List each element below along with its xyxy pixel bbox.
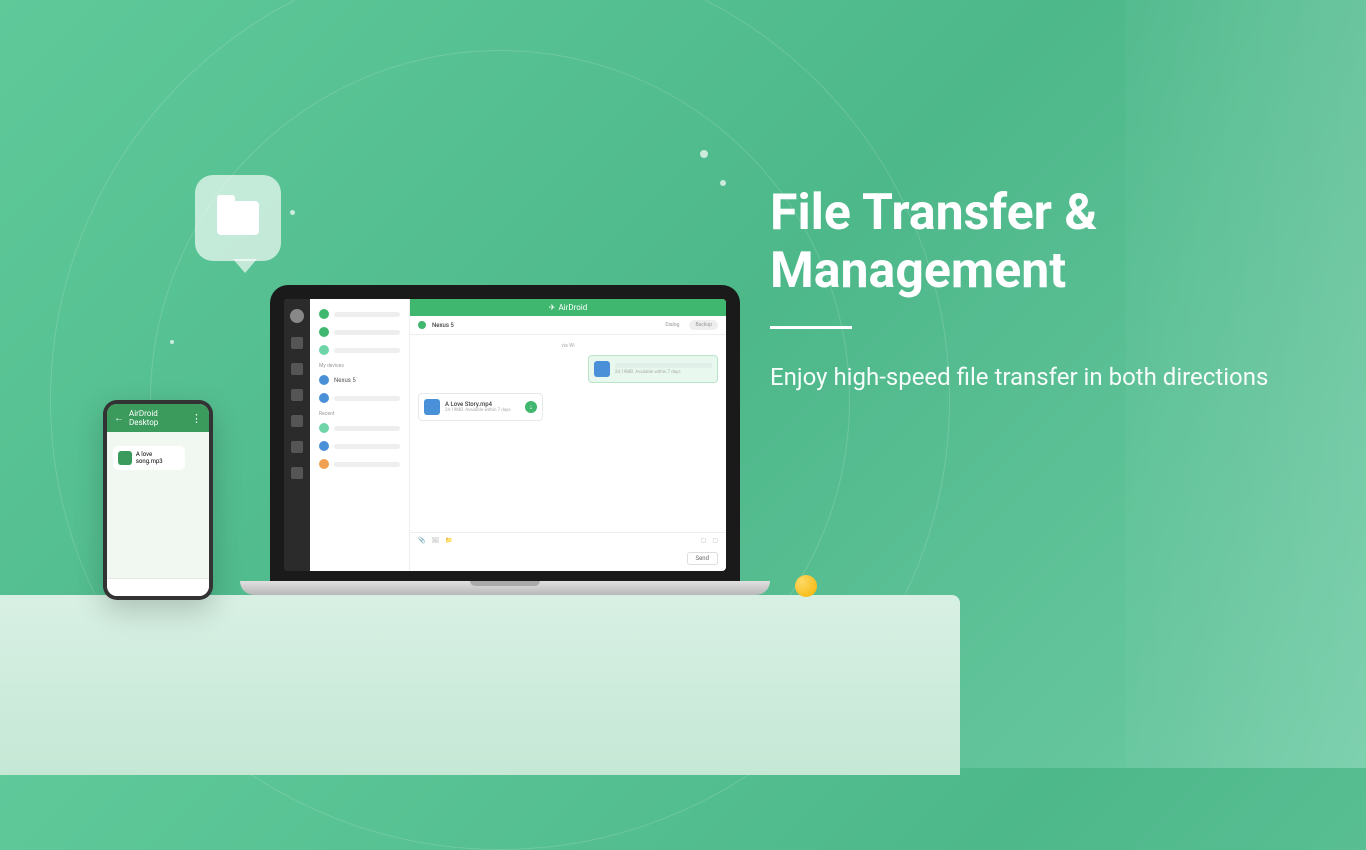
nav-icon[interactable]	[291, 337, 303, 349]
decorative-ball	[795, 575, 817, 597]
app-nav-sidebar	[284, 299, 310, 571]
send-button[interactable]: Send	[687, 552, 718, 565]
nav-icon[interactable]	[291, 467, 303, 479]
phone-mockup: ← AirDroid Desktop ⋮ A love song.mp3	[103, 400, 213, 600]
chat-device-name: Nexus 5	[432, 322, 454, 329]
hero-subtitle: Enjoy high-speed file transfer in both d…	[770, 359, 1310, 395]
laptop-lid: My devices Nexus 5 Recent ✈ AirDroid	[270, 285, 740, 581]
folder-icon[interactable]: 📁	[445, 537, 452, 544]
decorative-dot	[720, 180, 726, 186]
list-item[interactable]	[316, 419, 403, 437]
list-item[interactable]: Nexus 5	[316, 371, 403, 389]
list-item[interactable]	[316, 323, 403, 341]
phone-file-name: A love song.mp3	[136, 451, 180, 465]
laptop-mockup: My devices Nexus 5 Recent ✈ AirDroid	[270, 285, 740, 595]
outgoing-file-message[interactable]: 24.19MB Available within 7 days	[588, 355, 718, 383]
app-titlebar: ✈ AirDroid	[410, 299, 726, 316]
list-item[interactable]	[316, 305, 403, 323]
list-item[interactable]	[316, 455, 403, 473]
nav-icon[interactable]	[291, 441, 303, 453]
paper-plane-icon: ✈	[549, 303, 556, 312]
status-dot	[418, 321, 426, 329]
download-button[interactable]: ↓	[525, 401, 537, 413]
section-label: Recent	[316, 407, 403, 419]
phone-header: ← AirDroid Desktop ⋮	[107, 404, 209, 432]
chat-subheader: Nexus 5 Dialog Backup	[410, 316, 726, 335]
file-icon	[424, 399, 440, 415]
chat-toolbar: 📎 🖼 📁 ▢ ▢	[410, 532, 726, 548]
file-icon	[118, 451, 132, 465]
phone-file-bubble[interactable]: A love song.mp3	[113, 446, 185, 470]
chat-body: via Wi 24.19MB Available within 7 days	[410, 335, 726, 532]
device-list: My devices Nexus 5 Recent	[310, 299, 410, 571]
avatar[interactable]	[290, 309, 304, 323]
chat-input-area[interactable]: Send	[410, 548, 726, 571]
incoming-file-message[interactable]: A Love Story.mp4 24.19MB Available withi…	[418, 393, 543, 421]
tool-icon[interactable]: ▢	[701, 537, 707, 544]
folder-badge	[195, 175, 281, 261]
divider	[770, 326, 852, 329]
decorative-dot	[700, 150, 708, 158]
list-item[interactable]	[316, 389, 403, 407]
phone-screen: ← AirDroid Desktop ⋮ A love song.mp3	[107, 404, 209, 596]
list-item[interactable]	[316, 341, 403, 359]
attach-icon[interactable]: 📎	[418, 537, 425, 544]
file-icon	[594, 361, 610, 377]
phone-input-bar[interactable]	[107, 578, 209, 596]
chat-panel: ✈ AirDroid Nexus 5 Dialog Backup via Wi	[410, 299, 726, 571]
laptop-base	[240, 581, 770, 595]
hero-text: File Transfer & Management Enjoy high-sp…	[770, 185, 1310, 395]
tab-backup[interactable]: Backup	[689, 320, 718, 330]
device-name: Nexus 5	[334, 377, 356, 384]
phone-chat: A love song.mp3	[107, 432, 209, 578]
file-name: A Love Story.mp4	[445, 401, 520, 408]
decorative-dot	[290, 210, 295, 215]
hero-title: File Transfer & Management	[770, 185, 1310, 300]
tool-icon[interactable]: ▢	[712, 537, 718, 544]
chat-timestamp: via Wi	[418, 343, 718, 349]
app-main: My devices Nexus 5 Recent ✈ AirDroid	[310, 299, 726, 571]
nav-icon[interactable]	[291, 415, 303, 427]
phone-title: AirDroid Desktop	[129, 409, 186, 427]
laptop-screen: My devices Nexus 5 Recent ✈ AirDroid	[284, 299, 726, 571]
folder-icon	[217, 201, 259, 235]
image-icon[interactable]: 🖼	[431, 537, 439, 544]
app-brand: AirDroid	[558, 303, 587, 312]
nav-icon[interactable]	[291, 363, 303, 375]
tab-dialog[interactable]: Dialog	[659, 320, 685, 330]
menu-icon[interactable]: ⋮	[191, 412, 202, 425]
nav-icon[interactable]	[291, 389, 303, 401]
section-label: My devices	[316, 359, 403, 371]
platform-surface	[0, 595, 960, 775]
back-icon[interactable]: ←	[114, 413, 124, 424]
list-item[interactable]	[316, 437, 403, 455]
laptop-notch	[470, 581, 540, 586]
decorative-dot	[170, 340, 174, 344]
